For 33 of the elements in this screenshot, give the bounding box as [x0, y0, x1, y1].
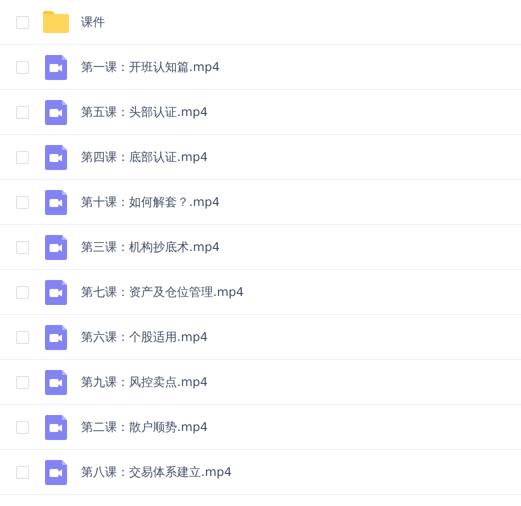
folder-icon [43, 11, 69, 33]
video-file-icon [45, 370, 67, 394]
video-file-icon [45, 144, 67, 170]
video-file-icon [45, 324, 67, 350]
file-name[interactable]: 第十课：如何解套？.mp4 [81, 194, 220, 210]
checkbox[interactable] [16, 376, 29, 388]
checkbox[interactable] [16, 16, 29, 28]
file-name[interactable]: 第四课：底部认证.mp4 [81, 148, 208, 166]
file-name[interactable]: 第三课：机构抄底术.mp4 [81, 238, 220, 256]
checkbox[interactable] [16, 106, 29, 118]
file-name[interactable]: 第五课：头部认证.mp4 [81, 104, 208, 120]
file-name[interactable]: 第九课：风控卖点.mp4 [81, 374, 208, 390]
checkbox[interactable] [16, 286, 29, 298]
file-name[interactable]: 第八课：交易体系建立.mp4 [81, 464, 232, 480]
video-file-icon [45, 54, 67, 80]
video-file-icon [45, 460, 67, 484]
file-name[interactable]: 第六课：个股适用.mp4 [81, 328, 208, 346]
checkbox[interactable] [16, 420, 29, 434]
file-name[interactable]: 课件 [81, 14, 105, 30]
checkbox[interactable] [16, 60, 29, 74]
checkbox[interactable] [16, 466, 29, 478]
video-file-icon [45, 414, 67, 440]
video-file-icon [45, 100, 67, 124]
file-name[interactable]: 第七课：资产及仓位管理.mp4 [81, 284, 244, 300]
video-file-icon [45, 280, 67, 304]
checkbox[interactable] [16, 240, 29, 254]
checkbox[interactable] [16, 196, 29, 208]
video-file-icon [45, 190, 67, 214]
video-file-icon [45, 234, 67, 260]
checkbox[interactable] [16, 330, 29, 344]
file-name[interactable]: 第一课：开班认知篇.mp4 [81, 58, 220, 76]
file-name[interactable]: 第二课：散户顺势.mp4 [81, 418, 208, 436]
checkbox[interactable] [16, 150, 29, 164]
